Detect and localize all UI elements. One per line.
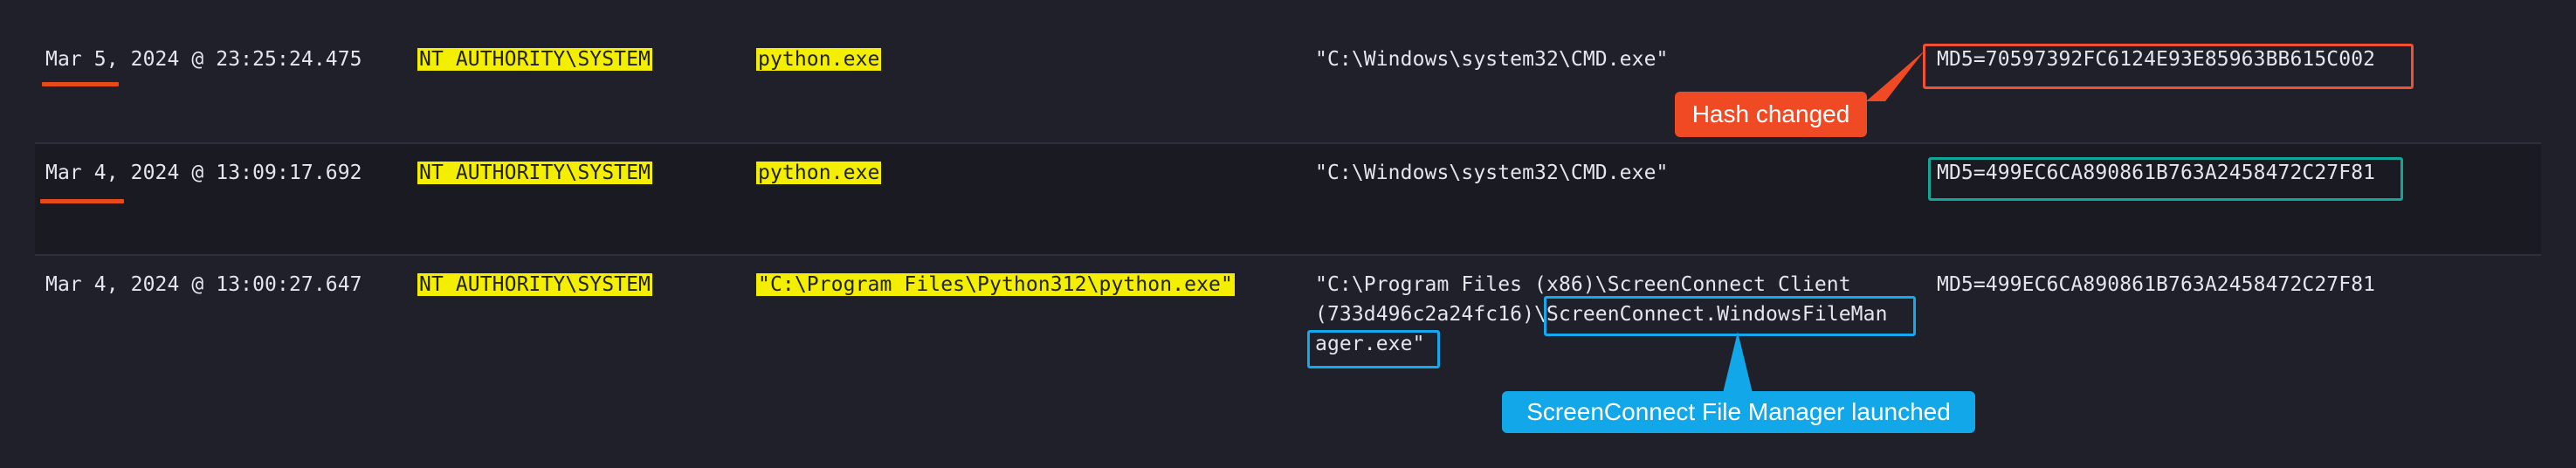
screenconnect-callout-pointer xyxy=(1723,332,1753,393)
hash-changed-callout: Hash changed xyxy=(1675,92,1867,137)
callout-pointers xyxy=(1723,51,1925,393)
event-log-view: Mar 5, 2024 @ 23:25:24.475 NT AUTHORITY\… xyxy=(0,0,2576,468)
screenconnect-launched-callout: ScreenConnect File Manager launched xyxy=(1502,391,1975,433)
hash-callout-pointer xyxy=(1866,51,1925,101)
